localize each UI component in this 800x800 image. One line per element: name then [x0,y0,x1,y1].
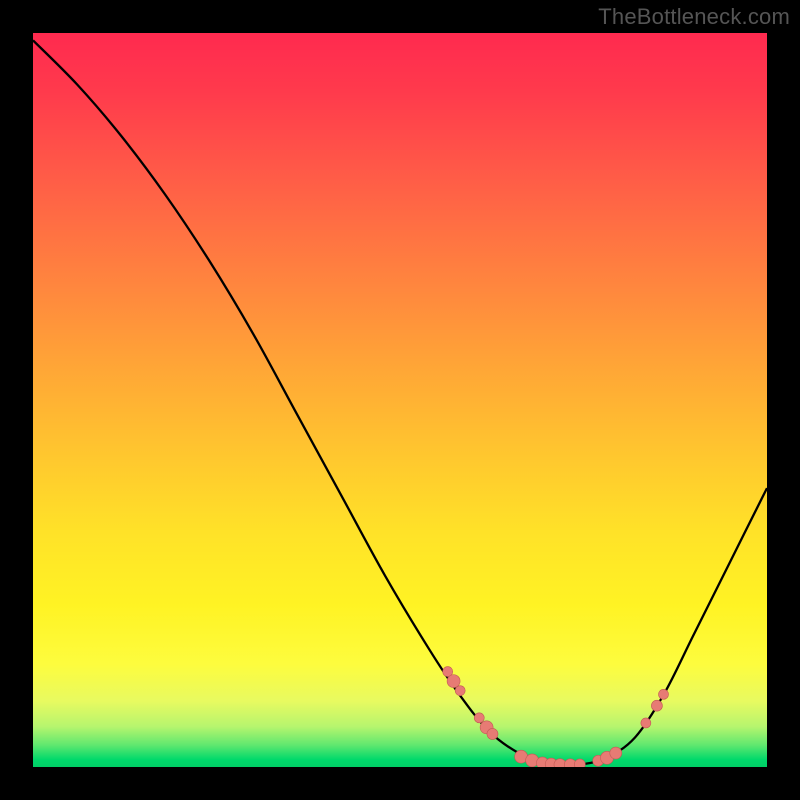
data-marker [474,713,484,723]
data-marker [574,759,585,767]
data-marker [610,747,622,759]
plot-area [33,33,767,767]
data-marker [455,686,465,696]
data-marker [447,675,460,688]
watermark-text: TheBottleneck.com [598,4,790,30]
bottleneck-curve [33,40,767,765]
data-marker [487,728,498,739]
chart-container: TheBottleneck.com [0,0,800,800]
data-marker [641,718,651,728]
data-marker [659,689,669,699]
data-marker [651,700,662,711]
data-markers [443,667,669,767]
curve-layer [33,33,767,767]
